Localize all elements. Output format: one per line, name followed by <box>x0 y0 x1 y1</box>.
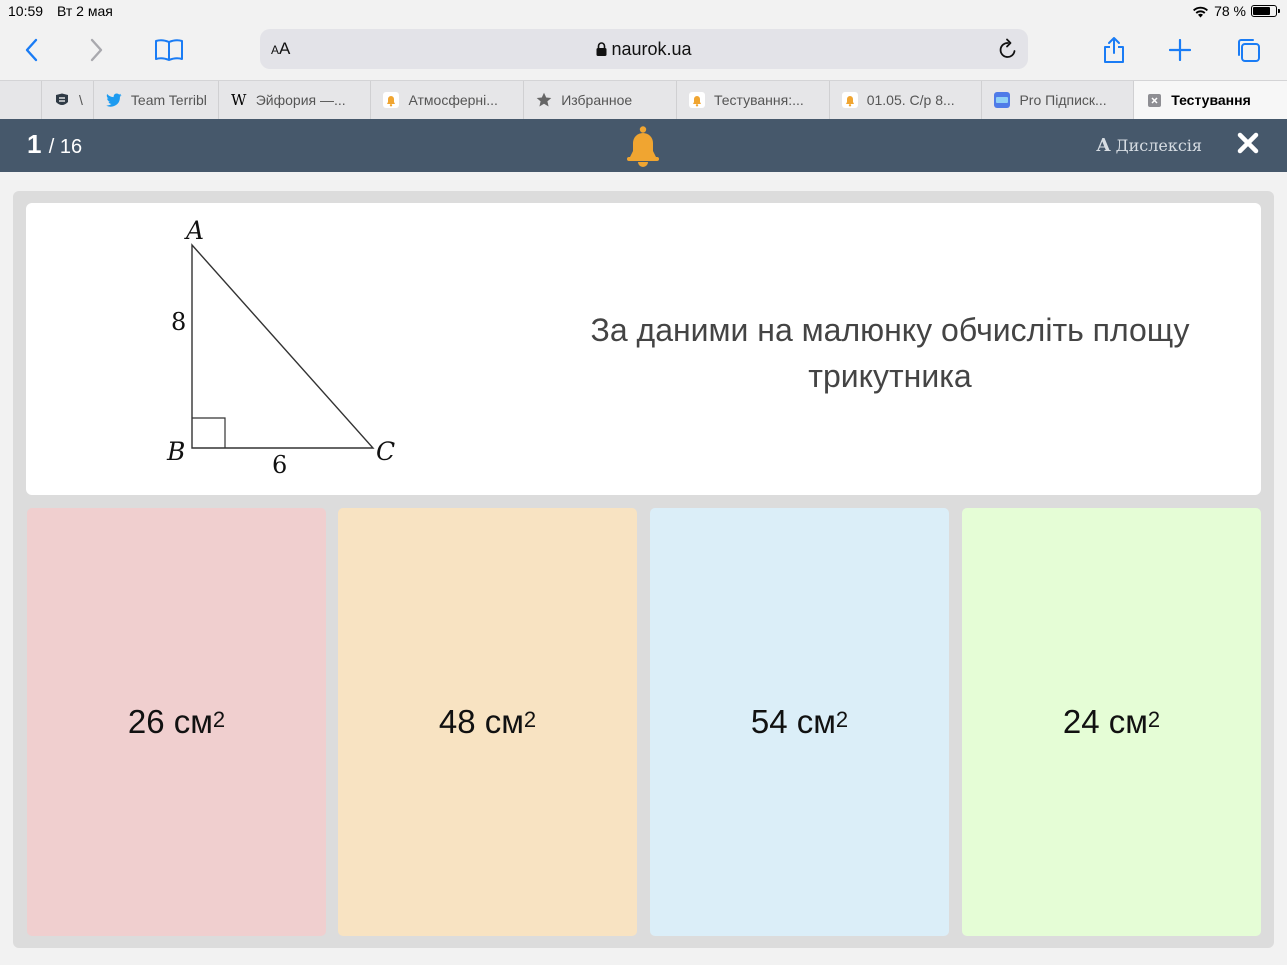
answer-option-4[interactable]: 24 см 2 <box>962 508 1261 936</box>
helmet-icon <box>54 92 70 108</box>
side-bc-label: 6 <box>272 451 287 479</box>
tabs-overview-button[interactable] <box>1230 32 1266 68</box>
battery-percent: 78 % <box>1214 3 1246 19</box>
tab-label: Тестування <box>1171 92 1251 108</box>
answer-exponent: 2 <box>523 707 537 732</box>
tab-favorites[interactable]: Избранное <box>524 81 677 119</box>
answer-value: 54 см <box>750 703 836 740</box>
status-date: Вт 2 мая <box>57 3 113 19</box>
tab-twitter[interactable]: Team Terribl <box>94 81 219 119</box>
address-bar[interactable]: AA naurok.ua <box>260 29 1028 69</box>
close-icon[interactable] <box>1146 92 1162 108</box>
share-icon <box>1104 37 1124 63</box>
browser-toolbar: AA naurok.ua <box>0 24 1287 80</box>
new-tab-button[interactable] <box>1162 32 1198 68</box>
card-icon <box>994 92 1011 108</box>
tab-label: \ <box>78 92 83 108</box>
side-ab-label: 8 <box>171 308 186 336</box>
dyslexia-toggle[interactable]: A Дислексія <box>1097 135 1203 156</box>
tab-label: Эйфория —... <box>255 92 346 108</box>
vertex-a-label: A <box>184 216 204 245</box>
wifi-icon <box>1193 6 1209 17</box>
dyslexia-label: Дислексія <box>1115 136 1202 155</box>
plus-icon <box>1169 39 1191 61</box>
wikipedia-icon: W <box>231 91 247 109</box>
tab-label: 01.05. С/р 8... <box>866 92 955 108</box>
tab-label: Pro Підписк... <box>1019 92 1107 108</box>
bell-icon <box>688 92 705 108</box>
answer-value: 48 см <box>438 703 524 740</box>
reload-icon[interactable] <box>998 38 1018 60</box>
url-text: naurok.ua <box>260 39 1028 60</box>
tab-label: Атмосферні... <box>408 92 498 108</box>
answer-value: 26 см <box>127 703 213 740</box>
tab-testing-active[interactable]: Тестування <box>1134 81 1287 119</box>
star-icon <box>536 92 552 108</box>
close-icon[interactable] <box>1237 132 1259 154</box>
answer-option-2[interactable]: 48 см 2 <box>338 508 637 936</box>
status-time: 10:59 <box>8 3 44 19</box>
status-bar: 10:59 Вт 2 мая 78 % <box>0 0 1287 24</box>
chevron-left-icon <box>25 38 38 62</box>
bookmarks-button[interactable] <box>151 32 187 68</box>
battery-icon <box>1251 5 1280 17</box>
tab-atmosferni[interactable]: Атмосферні... <box>371 81 525 119</box>
answer-option-1[interactable]: 26 см 2 <box>27 508 326 936</box>
tab-helmet[interactable]: \ <box>42 81 94 119</box>
tab-testing-1[interactable]: Тестування:... <box>677 81 830 119</box>
status-right: 78 % <box>1192 3 1280 19</box>
tab-sr[interactable]: 01.05. С/р 8... <box>830 81 983 119</box>
tab-label: Team Terribl <box>130 92 207 108</box>
tab-globe[interactable] <box>0 81 42 119</box>
vertex-c-label: C <box>376 437 395 466</box>
total-questions: / 16 <box>48 136 83 158</box>
bell-icon <box>627 126 659 167</box>
back-button[interactable] <box>13 32 49 68</box>
answer-exponent: 2 <box>212 707 226 732</box>
tabs-icon <box>1238 39 1260 62</box>
tab-wikipedia[interactable]: W Эйфория —... <box>219 81 372 119</box>
bell-icon <box>841 92 858 108</box>
twitter-icon <box>105 92 122 108</box>
lock-icon <box>596 42 607 56</box>
answer-option-3[interactable]: 54 см 2 <box>650 508 949 936</box>
current-question: 1 <box>27 129 42 159</box>
tab-pro[interactable]: Pro Підписк... <box>982 81 1135 119</box>
share-button[interactable] <box>1096 32 1132 68</box>
answer-exponent: 2 <box>835 707 849 732</box>
question-text: За даними на малюнку обчисліть площу три… <box>590 312 1190 394</box>
tab-label: Тестування:... <box>713 92 804 108</box>
vertex-b-label: B <box>166 437 185 466</box>
triangle-figure: A B C 8 6 <box>166 216 395 479</box>
font-a-icon: A <box>1096 135 1111 156</box>
answer-exponent: 2 <box>1147 707 1161 732</box>
forward-button[interactable] <box>79 32 115 68</box>
tab-label: Избранное <box>561 92 633 108</box>
book-icon <box>155 39 183 61</box>
chevron-right-icon <box>90 38 103 62</box>
question-card: A B C 8 6 За даними на малюнку обчисліть… <box>26 203 1261 495</box>
answer-value: 24 см <box>1062 703 1148 740</box>
url-domain: naurok.ua <box>611 39 692 59</box>
tab-bar: \ Team Terribl W Эйфория —... Атмосферні… <box>0 80 1287 119</box>
quiz-header: 1 / 16 A Дислексія <box>0 119 1287 172</box>
bell-icon <box>383 92 400 108</box>
question-counter: 1 / 16 <box>27 129 82 160</box>
